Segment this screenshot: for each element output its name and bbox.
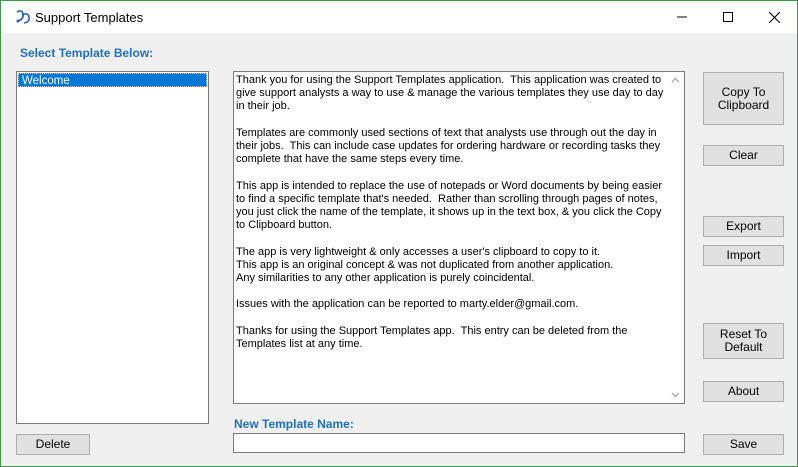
about-button[interactable]: About bbox=[703, 381, 784, 402]
scroll-down-icon[interactable] bbox=[671, 390, 680, 399]
template-text[interactable]: Thank you for using the Support Template… bbox=[236, 74, 666, 351]
title-bar[interactable]: Support Templates bbox=[1, 1, 797, 33]
template-listbox[interactable]: Welcome bbox=[16, 71, 209, 424]
close-icon bbox=[768, 11, 780, 23]
window-title: Support Templates bbox=[35, 10, 144, 25]
maximize-button[interactable] bbox=[705, 1, 751, 33]
copy-to-clipboard-button[interactable]: Copy To Clipboard bbox=[703, 72, 784, 125]
clear-button[interactable]: Clear bbox=[703, 145, 784, 166]
maximize-icon bbox=[723, 12, 733, 22]
reset-to-default-button[interactable]: Reset To Default bbox=[703, 323, 784, 359]
close-button[interactable] bbox=[751, 1, 797, 33]
select-template-label: Select Template Below: bbox=[20, 46, 154, 60]
import-button[interactable]: Import bbox=[703, 245, 784, 266]
app-window: Support Templates Select Template Below:… bbox=[0, 0, 798, 467]
vertical-scrollbar[interactable] bbox=[667, 72, 684, 403]
delete-button[interactable]: Delete bbox=[16, 434, 90, 455]
app-icon bbox=[14, 9, 32, 25]
template-text-area[interactable]: Thank you for using the Support Template… bbox=[233, 71, 685, 404]
new-template-name-label: New Template Name: bbox=[234, 417, 354, 431]
minimize-icon bbox=[677, 16, 687, 18]
minimize-button[interactable] bbox=[659, 1, 705, 33]
list-item[interactable]: Welcome bbox=[18, 73, 207, 87]
save-button[interactable]: Save bbox=[703, 434, 784, 455]
scroll-up-icon[interactable] bbox=[671, 76, 680, 85]
export-button[interactable]: Export bbox=[703, 216, 784, 237]
new-template-name-input[interactable] bbox=[233, 433, 685, 453]
